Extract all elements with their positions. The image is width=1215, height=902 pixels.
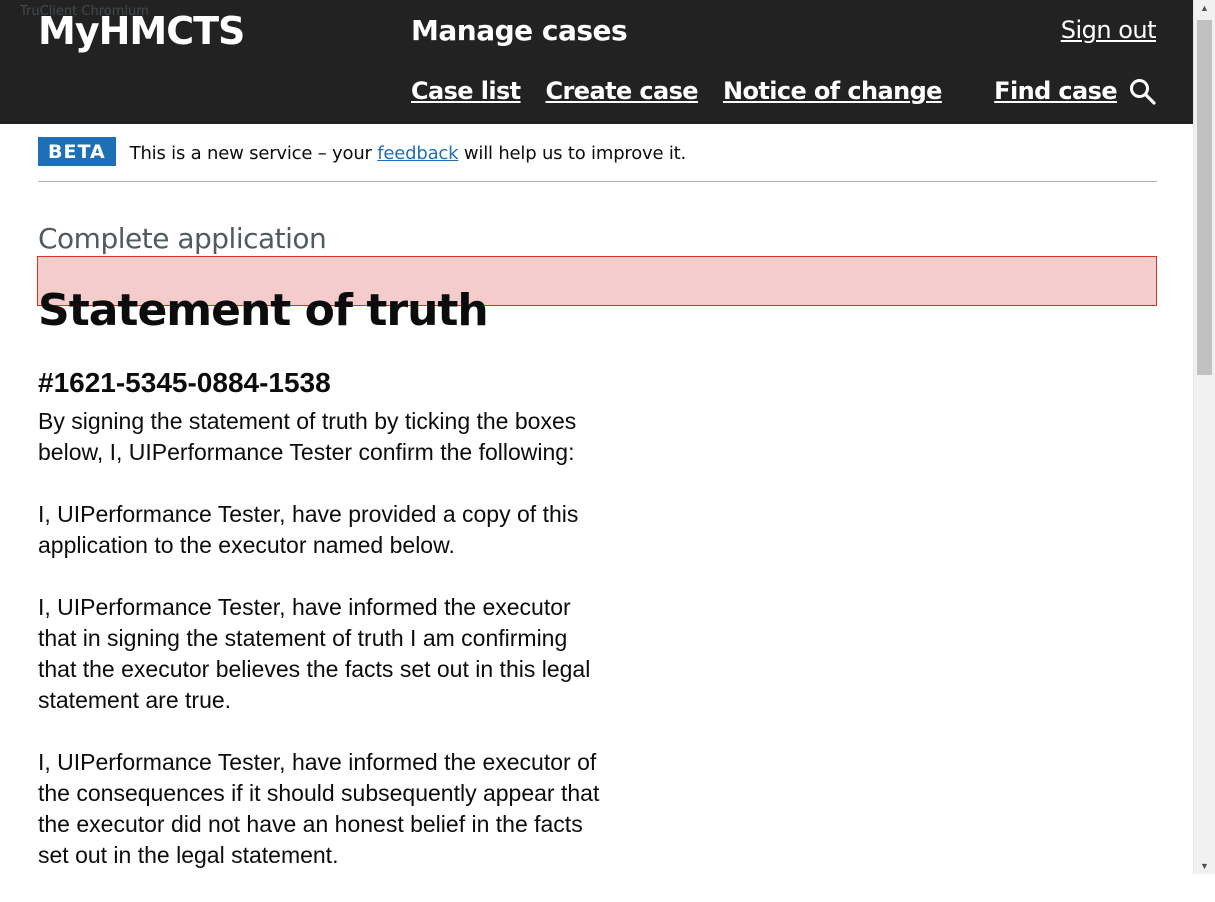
scroll-down-arrow-icon[interactable]: ▼ bbox=[1194, 858, 1215, 874]
feedback-link[interactable]: feedback bbox=[377, 143, 458, 164]
page-title: Statement of truth bbox=[38, 285, 489, 337]
site-header: MyHMCTS Manage cases Sign out Case list … bbox=[0, 0, 1194, 124]
statement-paragraph: I, UIPerformance Tester, have provided a… bbox=[38, 501, 579, 558]
nav-create-case[interactable]: Create case bbox=[546, 77, 699, 105]
page-scrollbar[interactable]: ▲ ▼ bbox=[1193, 0, 1215, 874]
statement-content: By signing the statement of truth by tic… bbox=[38, 406, 603, 902]
statement-paragraph: By signing the statement of truth by tic… bbox=[38, 408, 577, 465]
title-highlight-box: Statement of truth bbox=[37, 256, 1157, 336]
beta-text-before: This is a new service – your bbox=[129, 143, 378, 164]
find-case-control[interactable]: Find case bbox=[994, 77, 1156, 105]
service-name[interactable]: Manage cases bbox=[411, 14, 628, 47]
statement-paragraph: I, UIPerformance Tester, have informed t… bbox=[38, 749, 600, 868]
browser-window-title: TruClient Chromium bbox=[20, 4, 149, 19]
statement-paragraph: I, UIPerformance Tester, have informed t… bbox=[38, 594, 591, 713]
sign-out-link[interactable]: Sign out bbox=[1061, 16, 1157, 44]
beta-text-after: will help us to improve it. bbox=[458, 143, 687, 164]
nav-case-list[interactable]: Case list bbox=[411, 77, 521, 105]
nav-notice-of-change[interactable]: Notice of change bbox=[723, 77, 942, 105]
scrollbar-thumb[interactable] bbox=[1197, 20, 1212, 375]
find-case-link[interactable]: Find case bbox=[994, 77, 1117, 105]
search-icon[interactable] bbox=[1129, 78, 1156, 105]
scroll-up-arrow-icon[interactable]: ▲ bbox=[1194, 0, 1215, 16]
beta-message: This is a new service – your feedback wi… bbox=[129, 143, 687, 164]
page-caption: Complete application bbox=[38, 222, 327, 255]
beta-tag: BETA bbox=[38, 137, 116, 166]
primary-navigation: Case list Create case Notice of change bbox=[411, 77, 942, 105]
beta-banner: BETA This is a new service – your feedba… bbox=[38, 137, 1157, 182]
case-reference: #1621-5345-0884-1538 bbox=[38, 367, 331, 399]
